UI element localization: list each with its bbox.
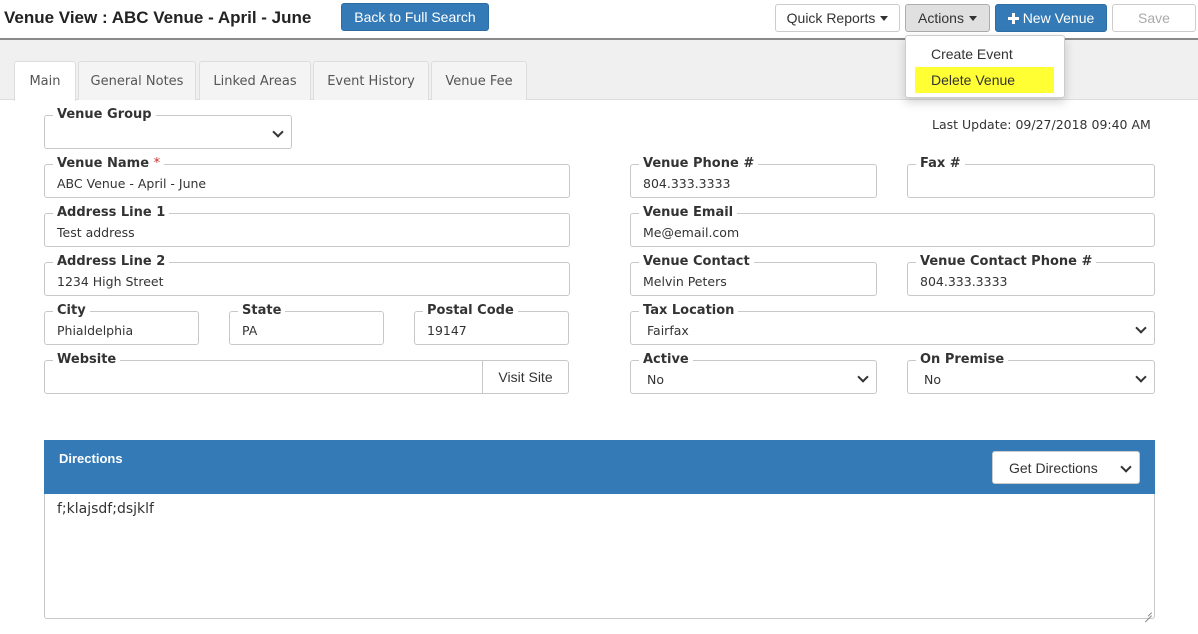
chevron-down-icon <box>1136 373 1146 383</box>
venue-phone-value: 804.333.3333 <box>643 176 731 191</box>
on-premise-label: On Premise <box>916 352 1009 368</box>
postal-code-value: 19147 <box>427 323 467 338</box>
get-directions-select[interactable]: Get Directions <box>992 451 1140 484</box>
venue-contact-phone-input[interactable]: Venue Contact Phone # 804.333.3333 <box>907 254 1155 296</box>
venue-name-label-text: Venue Name <box>57 156 150 171</box>
website-input[interactable]: Website <box>44 352 483 394</box>
chevron-down-icon <box>1136 324 1146 334</box>
city-input[interactable]: City Phialdelphia <box>44 303 199 345</box>
last-update-text: Last Update: 09/27/2018 09:40 AM <box>932 117 1151 132</box>
quick-reports-button[interactable]: Quick Reports <box>775 4 900 32</box>
tab-main[interactable]: Main <box>14 61 76 101</box>
venue-contact-value: Melvin Peters <box>643 274 727 289</box>
venue-contact-label: Venue Contact <box>639 254 754 270</box>
page-title: Venue View : ABC Venue - April - June <box>4 8 312 27</box>
active-label: Active <box>639 352 693 368</box>
venue-phone-label: Venue Phone # <box>639 156 759 172</box>
website-label: Website <box>53 352 121 368</box>
on-premise-select[interactable]: On Premise No <box>907 352 1155 394</box>
tab-venue-fee[interactable]: Venue Fee <box>431 61 527 100</box>
postal-code-input[interactable]: Postal Code 19147 <box>414 303 569 345</box>
on-premise-value: No <box>924 372 941 387</box>
menu-item-delete-venue[interactable]: Delete Venue <box>915 67 1054 93</box>
state-label: State <box>238 303 286 319</box>
directions-textarea[interactable]: f;klajsdf;dsjklf <box>44 494 1155 619</box>
city-label: City <box>53 303 90 319</box>
page-header: Venue View : ABC Venue - April - June Ba… <box>0 0 1198 38</box>
plus-icon <box>1007 12 1019 24</box>
new-venue-label: New Venue <box>1022 10 1095 26</box>
actions-dropdown-menu: Create Event Delete Venue <box>905 35 1065 98</box>
back-to-search-button[interactable]: Back to Full Search <box>341 3 489 31</box>
address-line-2-value: 1234 High Street <box>57 274 164 289</box>
venue-contact-input[interactable]: Venue Contact Melvin Peters <box>630 254 877 296</box>
chevron-down-icon <box>858 373 868 383</box>
required-mark: * <box>153 156 161 171</box>
directions-label: Directions <box>59 451 123 466</box>
fax-input[interactable]: Fax # <box>907 156 1155 198</box>
chevron-down-icon <box>1121 463 1131 473</box>
active-value: No <box>647 372 664 387</box>
fax-label: Fax # <box>916 156 965 172</box>
directions-text: f;klajsdf;dsjklf <box>57 501 154 517</box>
venue-name-input[interactable]: Venue Name * ABC Venue - April - June <box>44 156 570 198</box>
venue-contact-phone-value: 804.333.3333 <box>920 274 1008 289</box>
tab-linked-areas[interactable]: Linked Areas <box>199 61 311 100</box>
resize-handle-icon[interactable] <box>1143 607 1152 616</box>
postal-code-label: Postal Code <box>423 303 518 319</box>
venue-name-value: ABC Venue - April - June <box>57 176 207 191</box>
visit-site-button[interactable]: Visit Site <box>482 360 569 394</box>
tab-event-history[interactable]: Event History <box>313 61 429 100</box>
venue-phone-input[interactable]: Venue Phone # 804.333.3333 <box>630 156 877 198</box>
address-line-1-value: Test address <box>57 225 135 240</box>
venue-contact-phone-label: Venue Contact Phone # <box>916 254 1097 270</box>
address-line-2-label: Address Line 2 <box>53 254 170 270</box>
get-directions-label: Get Directions <box>1009 459 1098 476</box>
tax-location-value: Fairfax <box>647 323 689 338</box>
venue-email-input[interactable]: Venue Email Me@email.com <box>630 205 1155 247</box>
venue-email-label: Venue Email <box>639 205 738 221</box>
actions-button[interactable]: Actions <box>905 4 990 32</box>
quick-reports-label: Quick Reports <box>786 10 876 26</box>
caret-down-icon <box>968 15 977 21</box>
active-select[interactable]: Active No <box>630 352 877 394</box>
address-line-2-input[interactable]: Address Line 2 1234 High Street <box>44 254 570 296</box>
caret-down-icon <box>880 15 889 21</box>
city-value: Phialdelphia <box>57 323 134 338</box>
state-value: PA <box>242 323 258 338</box>
directions-panel-header: Directions Get Directions <box>44 440 1155 494</box>
actions-label: Actions <box>918 10 964 26</box>
save-button[interactable]: Save <box>1112 4 1196 32</box>
tab-general-notes[interactable]: General Notes <box>78 61 196 100</box>
new-venue-button[interactable]: New Venue <box>995 4 1107 32</box>
menu-item-create-event[interactable]: Create Event <box>915 41 1054 67</box>
chevron-down-icon <box>273 128 283 138</box>
tax-location-select[interactable]: Tax Location Fairfax <box>630 303 1155 345</box>
address-line-1-input[interactable]: Address Line 1 Test address <box>44 205 570 247</box>
state-input[interactable]: State PA <box>229 303 384 345</box>
venue-group-select[interactable]: Venue Group <box>44 107 292 149</box>
tax-location-label: Tax Location <box>639 303 739 319</box>
address-line-1-label: Address Line 1 <box>53 205 170 221</box>
venue-email-value: Me@email.com <box>643 225 740 240</box>
venue-group-label: Venue Group <box>53 107 156 123</box>
venue-name-label: Venue Name * <box>53 156 165 172</box>
